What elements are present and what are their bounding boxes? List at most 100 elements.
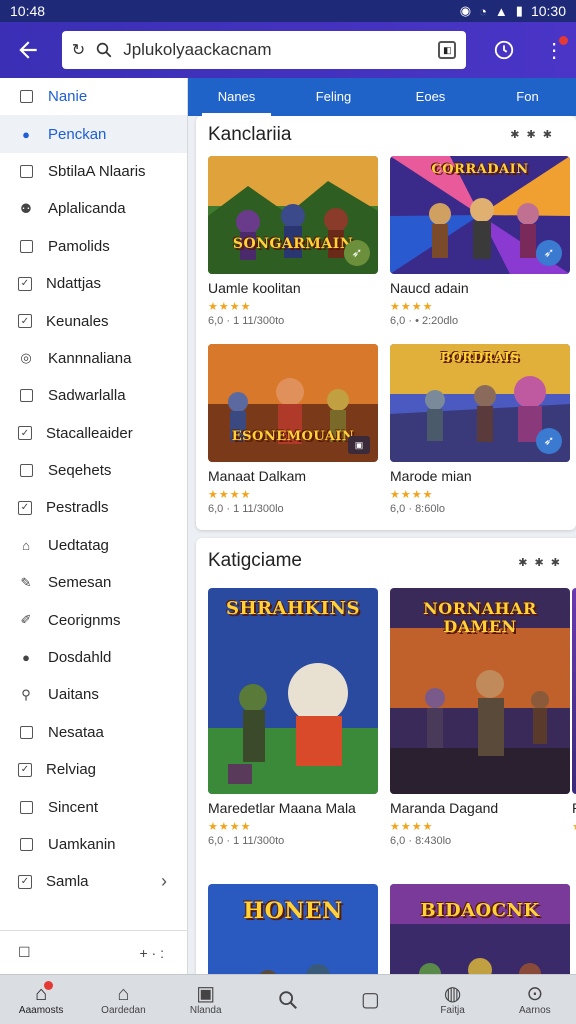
- nav-label: Nlanda: [189, 1005, 222, 1016]
- checkbox-icon: ✓: [18, 314, 32, 329]
- sidebar-item[interactable]: ⌂ Uedtatag: [0, 527, 187, 564]
- game-name: Manaat Dalkam: [208, 468, 307, 484]
- game-tile[interactable]: Ra ★: [572, 588, 576, 833]
- nav-label: Aarnos: [518, 1005, 551, 1016]
- nav-square[interactable]: ▢: [329, 975, 411, 1024]
- section-card: Katigciame ✱ ✱ ✱ SHRAHKINS Maredetlar Ma…: [196, 538, 576, 974]
- edit-icon[interactable]: ☐: [18, 944, 31, 961]
- game-name: Marode mian: [390, 468, 472, 484]
- sidebar-item[interactable]: Nanie: [0, 78, 187, 115]
- tab-feling[interactable]: Feling: [285, 78, 382, 116]
- sidebar: Nanie ● Penckan SbtilaA Nlaaris ⚉ Aplalicanda…: [0, 78, 188, 974]
- sidebar-item[interactable]: Sadwarlalla: [0, 377, 187, 414]
- pin-icon: ⚲: [21, 686, 31, 702]
- battery-icon: ▮: [515, 3, 523, 18]
- game-tile[interactable]: SONGARMAIN ➶ Uamle koolitan ★★★★ 6,0 · 1…: [208, 156, 378, 327]
- game-tile[interactable]: NORNAHAR DAMEN Maranda Dagand ★★★★ 6,0 ·…: [390, 588, 570, 847]
- tab-nanes[interactable]: Nanes: [188, 78, 285, 116]
- sidebar-item[interactable]: ◎ Kannnaliana: [0, 340, 187, 377]
- rating-stars: ★★★★: [390, 301, 434, 313]
- sidebar-item[interactable]: ✓ Ndattjas: [0, 265, 187, 302]
- sidebar-item[interactable]: ● Penckan: [0, 115, 187, 153]
- install-badge-icon[interactable]: ➶: [344, 240, 370, 266]
- section-more-button[interactable]: ✱ ✱ ✱: [510, 128, 554, 141]
- sidebar-item[interactable]: Seqehets: [0, 452, 187, 489]
- refresh-icon[interactable]: ↻: [72, 40, 85, 60]
- game-thumbnail[interactable]: NORNAHAR DAMEN: [390, 588, 570, 794]
- game-tile[interactable]: BORDRAIS ➶ Marode mian ★★★★ 6,0 · 8:60lo: [390, 344, 570, 515]
- nav-oardedan[interactable]: ⌂ Oardedan: [82, 975, 164, 1024]
- game-thumbnail[interactable]: SHRAHKINS: [208, 588, 378, 794]
- game-meta: 6,0 · 1 11/300to: [208, 315, 285, 327]
- sidebar-item[interactable]: SbtilaA Nlaaris: [0, 153, 187, 190]
- checkbox-icon: ✓: [18, 276, 32, 291]
- sidebar-item-label: Nesataa: [48, 723, 104, 741]
- sidebar-item[interactable]: Pamolids: [0, 228, 187, 265]
- nav-search[interactable]: [247, 975, 329, 1024]
- sidebar-item[interactable]: ✓ Samla ›: [0, 863, 187, 900]
- tab-fon[interactable]: Fon: [479, 78, 576, 116]
- search-bar[interactable]: ↻ ◧: [61, 31, 467, 69]
- status-time-right: 10:30: [530, 3, 566, 19]
- nav-nlanda[interactable]: ▣ Nlanda: [165, 975, 247, 1024]
- nav-aarnos[interactable]: ⊙ Aarnos: [494, 975, 576, 1024]
- sidebar-item-label: Uaitans: [48, 686, 99, 704]
- sidebar-item[interactable]: ✓ Stacalleaider: [0, 415, 187, 452]
- install-badge-icon[interactable]: ➶: [536, 428, 562, 454]
- globe-icon: ◍: [443, 983, 462, 1005]
- chevron-right-icon[interactable]: ›: [161, 871, 167, 892]
- game-thumbnail[interactable]: HONEN: [208, 884, 378, 974]
- rating-stars: ★★★★: [208, 301, 252, 313]
- sidebar-item[interactable]: ⚲ Uaitans: [0, 676, 187, 713]
- game-art-title: NORNAHAR DAMEN: [423, 599, 537, 636]
- app-bar: ↻ ◧ ⋮: [0, 22, 576, 78]
- game-tile[interactable]: HONEN: [208, 884, 378, 974]
- square-icon: [18, 238, 34, 254]
- game-name: Ra: [572, 800, 576, 816]
- sidebar-item-label: Ceorignms: [48, 611, 121, 629]
- sidebar-item[interactable]: ✓ Pestradls: [0, 489, 187, 526]
- tab-eoes[interactable]: Eoes: [382, 78, 479, 116]
- sidebar-item[interactable]: ✐ Ceorignms: [0, 601, 187, 638]
- game-thumbnail[interactable]: ESONEMOUAIN ▣: [208, 344, 378, 462]
- sidebar-item-label: Pamolids: [48, 237, 110, 255]
- game-tile[interactable]: BIDAOCNK: [390, 884, 570, 974]
- sidebar-footer-actions[interactable]: + · :: [139, 945, 164, 961]
- nav-home[interactable]: ⌂ Aaamosts: [0, 975, 82, 1024]
- signal-icon: ▲: [494, 3, 508, 19]
- sidebar-item[interactable]: Uamkanin: [0, 826, 187, 863]
- history-button[interactable]: [482, 28, 526, 72]
- game-thumbnail[interactable]: BORDRAIS ➶: [390, 344, 570, 462]
- game-meta: 6,0 · 1 11/300lo: [208, 503, 284, 515]
- search-icon: [279, 990, 297, 1009]
- game-tile[interactable]: ESONEMOUAIN ▣ Manaat Dalkam ★★★★ 6,0 · 1…: [208, 344, 378, 515]
- sidebar-item[interactable]: ✓ Keunales: [0, 302, 187, 339]
- sidebar-item[interactable]: Nesataa: [0, 714, 187, 751]
- game-tile[interactable]: SHRAHKINS Maredetlar Maana Mala ★★★★ 6,0…: [208, 588, 378, 847]
- house-outline-icon: ⌂: [117, 983, 130, 1005]
- game-thumbnail[interactable]: BIDAOCNK: [390, 884, 570, 974]
- sidebar-item[interactable]: ● Dosdahld: [0, 639, 187, 676]
- game-thumbnail[interactable]: SONGARMAIN ➶: [208, 156, 378, 274]
- wifi-icon: ◔: [479, 3, 487, 19]
- game-thumbnail[interactable]: CORRADAIN ➶: [390, 156, 570, 274]
- sidebar-item-label: SbtilaA Nlaaris: [48, 162, 146, 180]
- sidebar-item[interactable]: ✎ Semesan: [0, 564, 187, 601]
- game-thumbnail[interactable]: [572, 588, 576, 794]
- back-button[interactable]: [0, 22, 56, 78]
- search-input[interactable]: [123, 40, 429, 60]
- install-badge-icon[interactable]: ➶: [536, 240, 562, 266]
- overflow-menu-button[interactable]: ⋮: [532, 28, 576, 72]
- nav-faitja[interactable]: ◍ Faitja: [411, 975, 493, 1024]
- sidebar-item[interactable]: ⚉ Aplalicanda: [0, 190, 187, 227]
- square-icon: [18, 163, 34, 179]
- sidebar-item[interactable]: Sincent: [0, 788, 187, 825]
- qr-scan-icon[interactable]: ◧: [438, 41, 457, 59]
- pencil-icon: ✐: [20, 612, 32, 628]
- game-tile[interactable]: CORRADAIN ➶ Naucd adain ★★★★ 6,0 · • 2:2…: [390, 156, 570, 327]
- search-icon: [96, 42, 112, 58]
- section-more-button[interactable]: ✱ ✱ ✱: [518, 556, 562, 569]
- status-right: ◉ ◔ ▲ ▮ 10:30: [460, 3, 566, 19]
- checkbox-icon: ✓: [18, 874, 32, 889]
- sidebar-item[interactable]: ✓ Relviag: [0, 751, 187, 788]
